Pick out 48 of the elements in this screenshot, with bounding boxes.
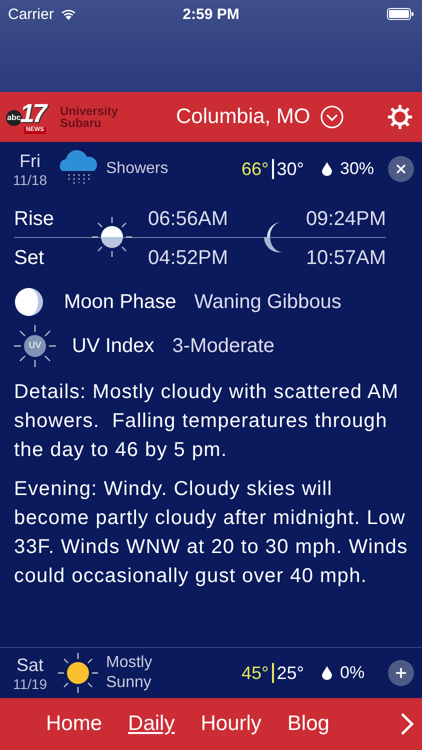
day-date: 11/18	[13, 172, 47, 188]
battery-icon	[387, 8, 414, 20]
sunset-time: 04:52PM	[148, 247, 228, 270]
day-date: 11/19	[13, 676, 47, 692]
high-temperature: 45°	[242, 662, 269, 684]
precipitation-chance: 0%	[340, 663, 366, 683]
collapse-button[interactable]	[388, 156, 414, 182]
network-badge: abc	[6, 110, 22, 126]
nav-tab[interactable]: Home	[46, 712, 102, 736]
uv-index-value: 3-Moderate	[172, 334, 275, 358]
clock-time: 2:59 PM	[182, 6, 240, 22]
chevron-right-icon[interactable]	[400, 712, 414, 736]
rise-label: Rise	[14, 208, 54, 231]
precipitation-chance: 30%	[340, 159, 376, 179]
set-label: Set	[14, 247, 44, 270]
moonset-time: 10:57AM	[306, 247, 386, 270]
carrier-name: Carrier	[8, 6, 54, 22]
wifi-icon	[60, 8, 77, 20]
nav-tab[interactable]: Hourly	[200, 712, 262, 736]
raindrop-icon	[322, 162, 332, 176]
sponsor-name: University Subaru	[60, 105, 120, 129]
sunrise-time: 06:56AM	[148, 208, 228, 231]
expand-button[interactable]	[388, 660, 414, 686]
chevron-down-icon	[320, 105, 344, 129]
forecast-paragraph: Details: Mostly cloudy with scattered AM showers. Falling temperatures through the day to 46 by 5 pm.	[14, 380, 400, 463]
day-name: Fri	[20, 150, 40, 172]
low-temperature: 25°	[276, 662, 304, 684]
location-selector[interactable]: Columbia, MO	[176, 105, 344, 129]
raindrop-icon	[322, 666, 332, 680]
sun-icon	[56, 651, 100, 695]
high-temperature: 66°	[242, 158, 269, 180]
condition-text: Showers	[106, 159, 170, 179]
forecast-paragraph: Evening: Windy. Cloudy skies will become partly cloudy after midnight. Low 33F. Winds WNW at 20 to 30 mph. Winds could occasionally gust over 40 mph.	[14, 477, 408, 589]
condition-text: Mostly Sunny	[106, 653, 154, 693]
day-name: Sat	[16, 654, 44, 676]
plus-icon	[395, 667, 407, 679]
moonrise-time: 09:24PM	[306, 208, 386, 231]
moon-phase-icon	[14, 287, 44, 317]
low-temperature: 30°	[276, 158, 304, 180]
moon-phase-value: Waning Gibbous	[194, 290, 342, 314]
nav-tab[interactable]: Daily	[128, 712, 175, 736]
nav-tab[interactable]: Blog	[287, 712, 330, 736]
sun-horizon-icon	[90, 215, 134, 259]
moon-phase-label: Moon Phase	[64, 290, 176, 314]
close-icon	[395, 163, 407, 175]
channel-number: 17	[20, 100, 45, 126]
settings-icon[interactable]	[386, 103, 414, 131]
uv-index-label: UV Index	[72, 334, 154, 358]
